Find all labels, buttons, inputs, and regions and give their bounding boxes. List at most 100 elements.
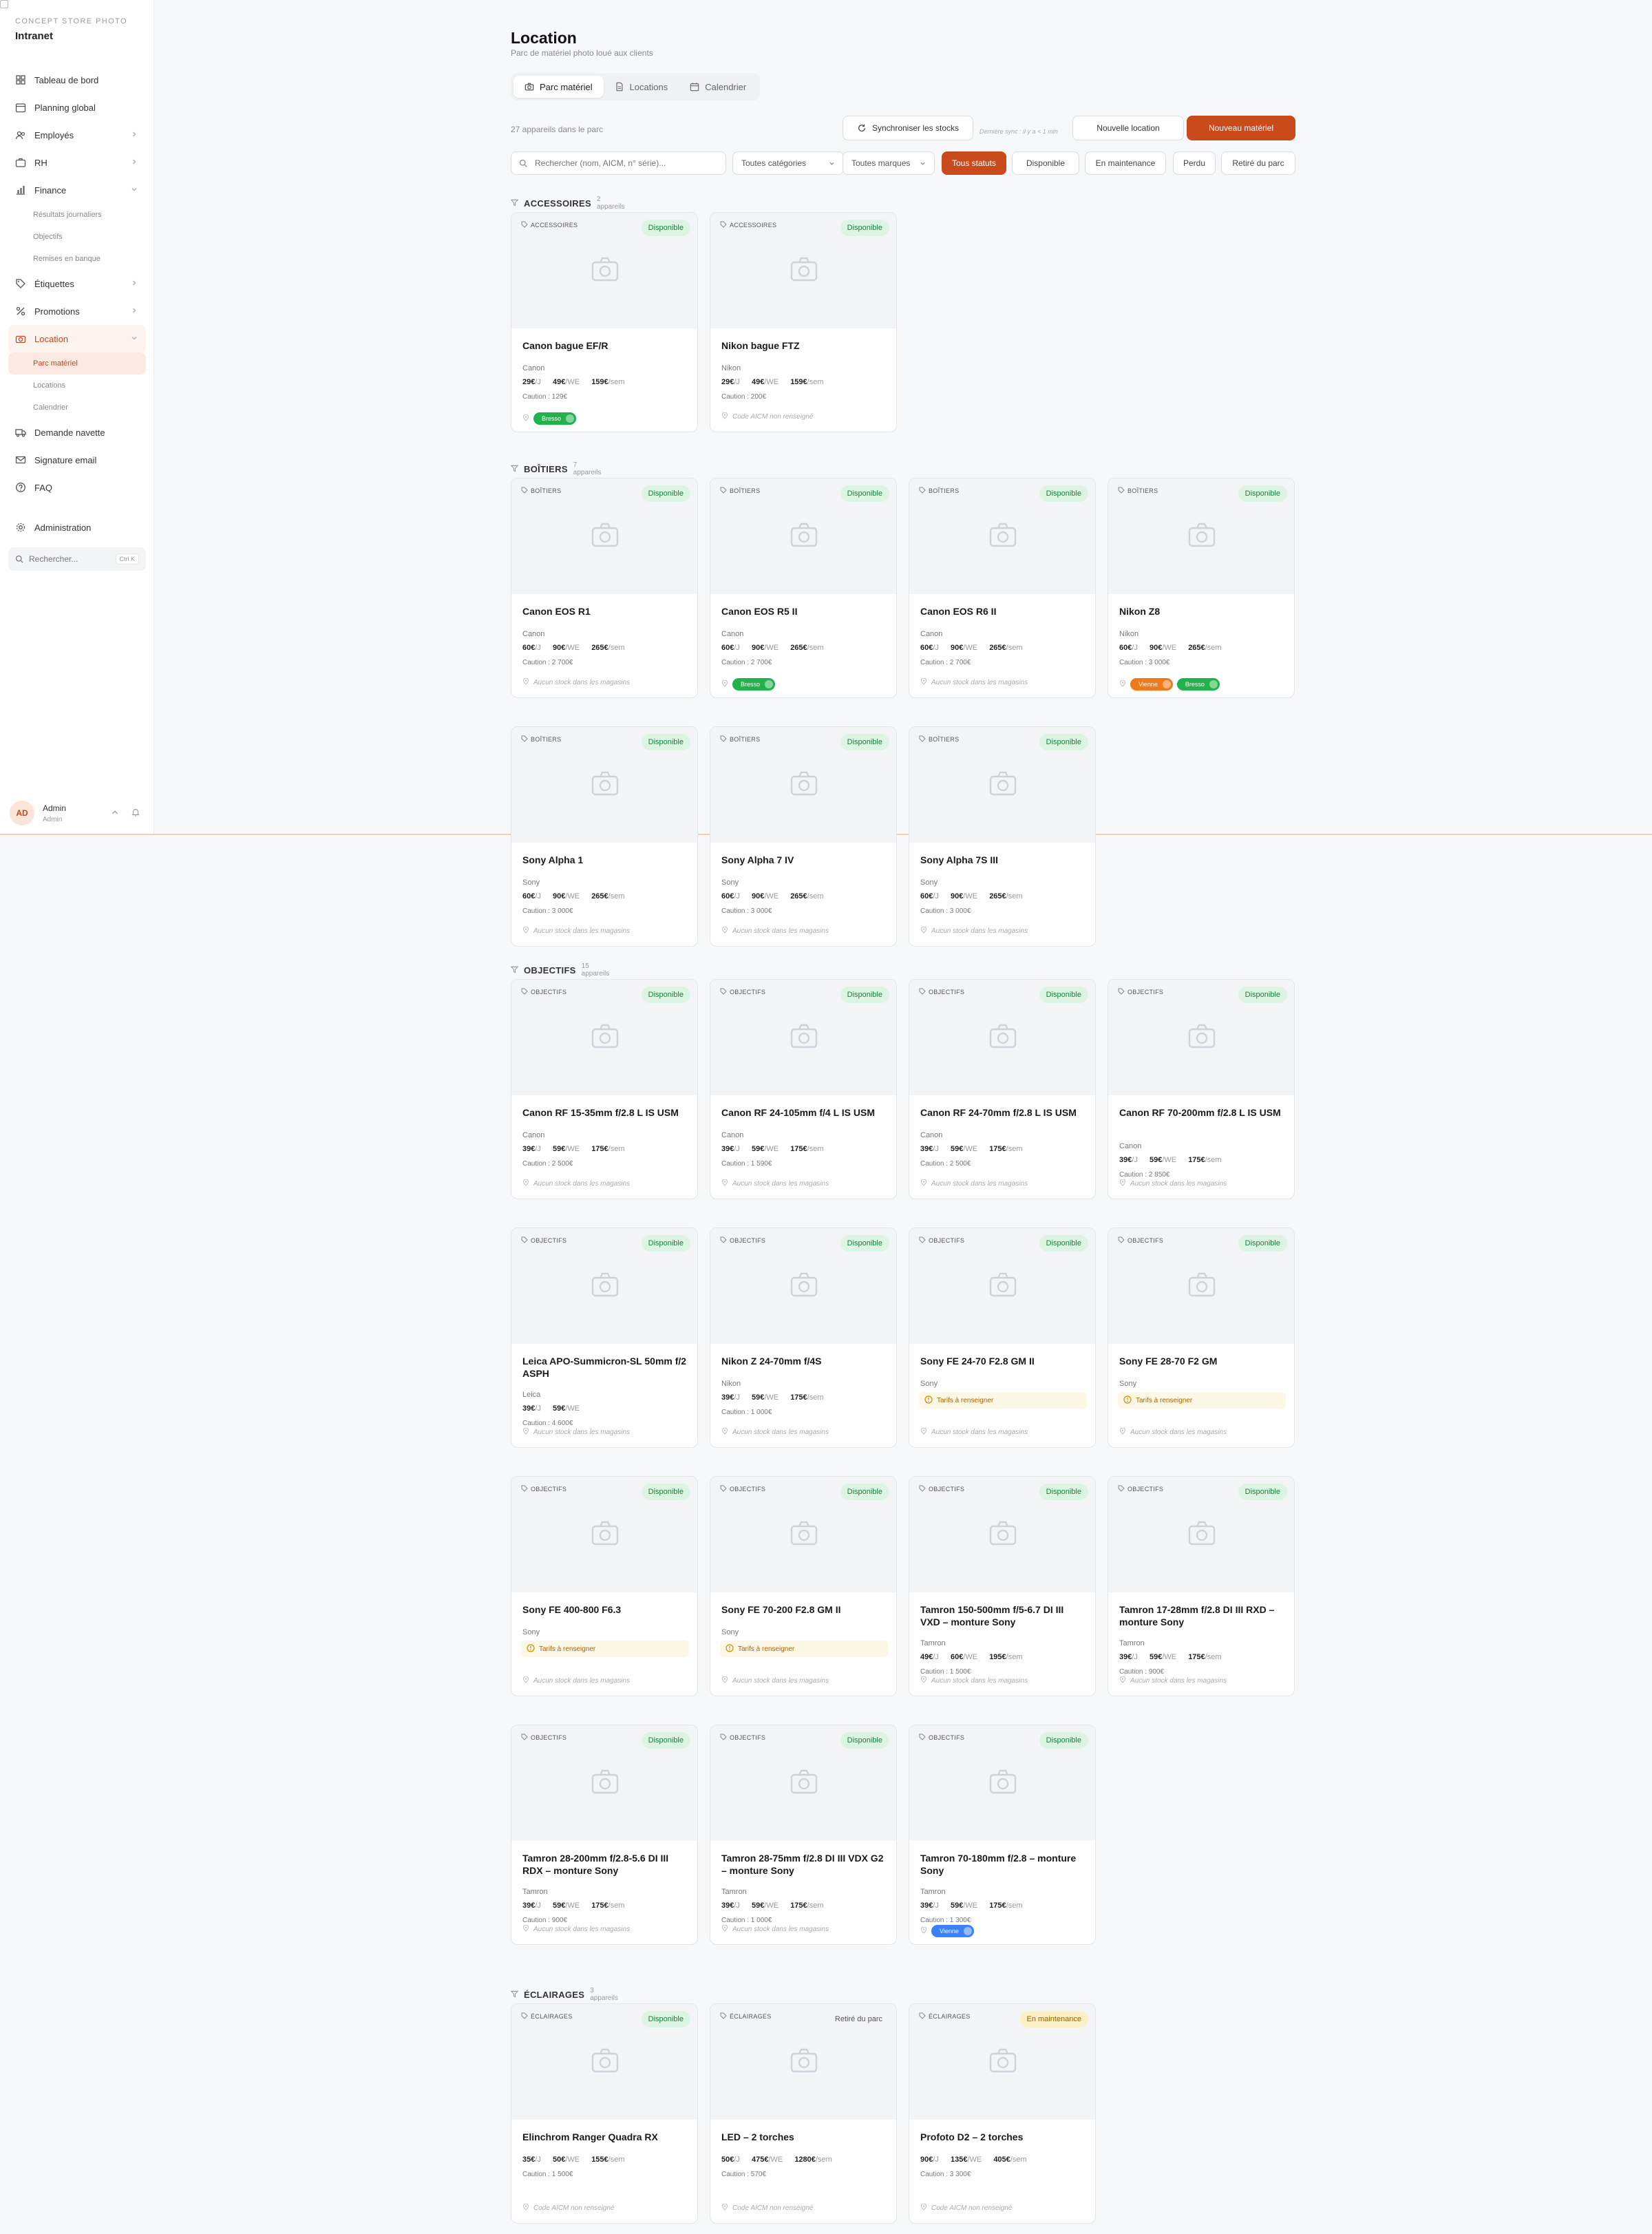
filter-perdu[interactable]: Perdu: [1173, 151, 1216, 175]
equipment-card[interactable]: OBJECTIFS Disponible Sony FE 28-70 F2 GM…: [1108, 1227, 1295, 1448]
equipment-card[interactable]: OBJECTIFS Disponible Canon RF 15-35mm f/…: [511, 979, 698, 1199]
sidebar-subitem-locations[interactable]: Locations: [8, 375, 146, 397]
status-badge: Disponible: [641, 734, 690, 750]
price-day-unit: /J: [933, 644, 939, 652]
sidebar-item-planning-global[interactable]: Planning global: [8, 94, 146, 121]
filter-all-statuses[interactable]: Tous statuts: [942, 151, 1006, 175]
equipment-card[interactable]: OBJECTIFS Disponible Tamron 70-180mm f/2…: [909, 1725, 1096, 1945]
equipment-card[interactable]: OBJECTIFS Disponible Tamron 28-200mm f/2…: [511, 1725, 698, 1945]
sidebar-item-tableau-de-bord[interactable]: Tableau de bord: [8, 66, 146, 94]
equipment-card[interactable]: OBJECTIFS Disponible Tamron 17-28mm f/2.…: [1108, 1476, 1295, 1696]
price-week-unit: /sem: [1205, 1156, 1222, 1164]
sync-stocks-button[interactable]: Synchroniser les stocks: [843, 116, 973, 140]
filter-en-maintenance[interactable]: En maintenance: [1085, 151, 1166, 175]
price-day: 35€: [522, 2156, 536, 2164]
tab-label: Locations: [629, 81, 668, 92]
price-weekend: 60€: [950, 1653, 964, 1661]
sidebar-item-etiquettes[interactable]: Étiquettes: [8, 270, 146, 297]
equipment-card[interactable]: OBJECTIFS Disponible Canon RF 24-70mm f/…: [909, 979, 1096, 1199]
equipment-brand: Sony: [522, 878, 540, 887]
equipment-card[interactable]: BOÎTIERS Disponible Sony Alpha 7 IV Sony …: [710, 726, 897, 947]
sidebar-item-administration[interactable]: Administration: [8, 514, 146, 541]
sidebar-item-demande-navette[interactable]: Demande navette: [8, 419, 146, 446]
equipment-card[interactable]: OBJECTIFS Disponible Tamron 28-75mm f/2.…: [710, 1725, 897, 1945]
window-corner-icon: [0, 0, 8, 8]
card-image-placeholder: ÉCLAIRAGES Retiré du parc: [710, 2004, 896, 2120]
camera-placeholder-icon: [790, 1769, 818, 1794]
sidebar-item-promotions[interactable]: Promotions: [8, 297, 146, 325]
map-pin-icon: [920, 1926, 931, 1936]
section-header[interactable]: BOÎTIERS 7 appareils: [510, 461, 601, 476]
equipment-card[interactable]: OBJECTIFS Disponible Sony FE 24-70 F2.8 …: [909, 1227, 1096, 1448]
equipment-card[interactable]: BOÎTIERS Disponible Sony Alpha 1 Sony 60€…: [511, 726, 698, 947]
section-header[interactable]: ÉCLAIRAGES 3 appareils: [510, 1987, 618, 2002]
sidebar-item-rh[interactable]: RH: [8, 149, 146, 176]
equipment-card[interactable]: BOÎTIERS Disponible Canon EOS R5 II Canon…: [710, 478, 897, 698]
status-badge: Disponible: [1238, 485, 1287, 502]
map-pin-icon: [920, 1179, 931, 1188]
equipment-card[interactable]: OBJECTIFS Disponible Nikon Z 24-70mm f/4…: [710, 1227, 897, 1448]
equipment-card[interactable]: ÉCLAIRAGES Retiré du parc LED – 2 torche…: [710, 2003, 897, 2224]
sidebar-item-location[interactable]: Location: [8, 325, 146, 352]
user-menu[interactable]: AD Admin Admin: [10, 799, 145, 828]
equipment-card[interactable]: OBJECTIFS Disponible Sony FE 400-800 F6.…: [511, 1476, 698, 1696]
equipment-card[interactable]: OBJECTIFS Disponible Sony FE 70-200 F2.8…: [710, 1476, 897, 1696]
sidebar-item-finance[interactable]: Finance: [8, 176, 146, 204]
filter-retire-du-parc[interactable]: Retiré du parc: [1221, 151, 1295, 175]
brand-select[interactable]: Toutes marques: [843, 151, 935, 175]
equipment-card[interactable]: BOÎTIERS Disponible Sony Alpha 7S III Son…: [909, 726, 1096, 947]
tag-icon: [919, 487, 929, 495]
stock-info: Aucun stock dans les magasins: [522, 926, 630, 936]
equipment-search-input[interactable]: [511, 151, 726, 175]
filter-disponible[interactable]: Disponible: [1012, 151, 1079, 175]
new-equipment-button[interactable]: Nouveau matériel: [1187, 116, 1295, 140]
store-stock-badge[interactable]: Vienne: [931, 1925, 974, 1937]
equipment-card[interactable]: OBJECTIFS Disponible Canon RF 70-200mm f…: [1108, 979, 1295, 1199]
new-rental-button[interactable]: Nouvelle location: [1072, 116, 1184, 140]
camera-placeholder-icon: [790, 257, 818, 282]
deposit: Caution : 3 300€: [920, 2171, 971, 2178]
bell-icon[interactable]: [131, 808, 140, 817]
sidebar-item-signature-email[interactable]: Signature email: [8, 446, 146, 474]
sidebar-subitem-resultats-journaliers[interactable]: Résultats journaliers: [8, 204, 146, 226]
equipment-card[interactable]: ÉCLAIRAGES En maintenance Profoto D2 – 2…: [909, 2003, 1096, 2224]
tab-parc-materiel[interactable]: Parc matériel: [513, 76, 604, 98]
price-weekend: 59€: [552, 1901, 566, 1910]
equipment-card[interactable]: OBJECTIFS Disponible Canon RF 24-105mm f…: [710, 979, 897, 1199]
section-header[interactable]: ACCESSOIRES 2 appareils: [510, 196, 625, 211]
equipment-card[interactable]: BOÎTIERS Disponible Canon EOS R1 Canon 60…: [511, 478, 698, 698]
equipment-card[interactable]: ACCESSOIRES Disponible Nikon bague FTZ Ni…: [710, 212, 897, 432]
section-header[interactable]: OBJECTIFS 15 appareils: [510, 962, 609, 978]
store-stock-badge[interactable]: Bresso: [533, 412, 577, 425]
equipment-brand: Canon: [1119, 1142, 1142, 1150]
equipment-card[interactable]: ÉCLAIRAGES Disponible Elinchrom Ranger Q…: [511, 2003, 698, 2224]
chevron-up-icon[interactable]: [110, 808, 120, 817]
equipment-card[interactable]: OBJECTIFS Disponible Leica APO-Summicron…: [511, 1227, 698, 1448]
store-stock-badge[interactable]: Bresso: [732, 678, 776, 691]
sidebar-item-faq[interactable]: FAQ: [8, 474, 146, 501]
tag-icon: [521, 1236, 531, 1245]
equipment-card[interactable]: OBJECTIFS Disponible Tamron 150-500mm f/…: [909, 1476, 1096, 1696]
price-list: 39€/J 59€/WE 175€/sem: [920, 1901, 1032, 1910]
sidebar-search[interactable]: Rechercher... Ctrl K: [8, 547, 146, 571]
sidebar-subitem-calendrier[interactable]: Calendrier: [8, 397, 146, 419]
tab-calendrier[interactable]: Calendrier: [679, 76, 757, 98]
equipment-card[interactable]: BOÎTIERS Disponible Nikon Z8 Nikon 60€/J …: [1108, 478, 1295, 698]
category-tag-label: OBJECTIFS: [929, 1734, 965, 1741]
sidebar-item-employes[interactable]: Employés: [8, 121, 146, 149]
stock-info-text: Aucun stock dans les magasins: [931, 927, 1028, 935]
store-stock-badge[interactable]: Vienne: [1130, 678, 1173, 691]
sidebar-subitem-objectifs[interactable]: Objectifs: [8, 226, 146, 248]
sidebar-subitem-remises-en-banque[interactable]: Remises en banque: [8, 248, 146, 270]
equipment-card[interactable]: BOÎTIERS Disponible Canon EOS R6 II Canon…: [909, 478, 1096, 698]
sidebar-subitem-parc-materiel[interactable]: Parc matériel: [8, 352, 146, 375]
price-day: 60€: [522, 644, 536, 652]
tab-locations[interactable]: Locations: [604, 76, 679, 98]
category-tag-label: OBJECTIFS: [730, 1734, 766, 1741]
category-select[interactable]: Toutes catégories: [732, 151, 844, 175]
equipment-card[interactable]: ACCESSOIRES Disponible Canon bague EF/R C…: [511, 212, 698, 432]
tag-icon: [1118, 1236, 1127, 1245]
camera-placeholder-icon: [591, 771, 619, 796]
price-weekend-unit: /WE: [963, 892, 978, 900]
store-stock-badge[interactable]: Bresso: [1176, 678, 1220, 691]
